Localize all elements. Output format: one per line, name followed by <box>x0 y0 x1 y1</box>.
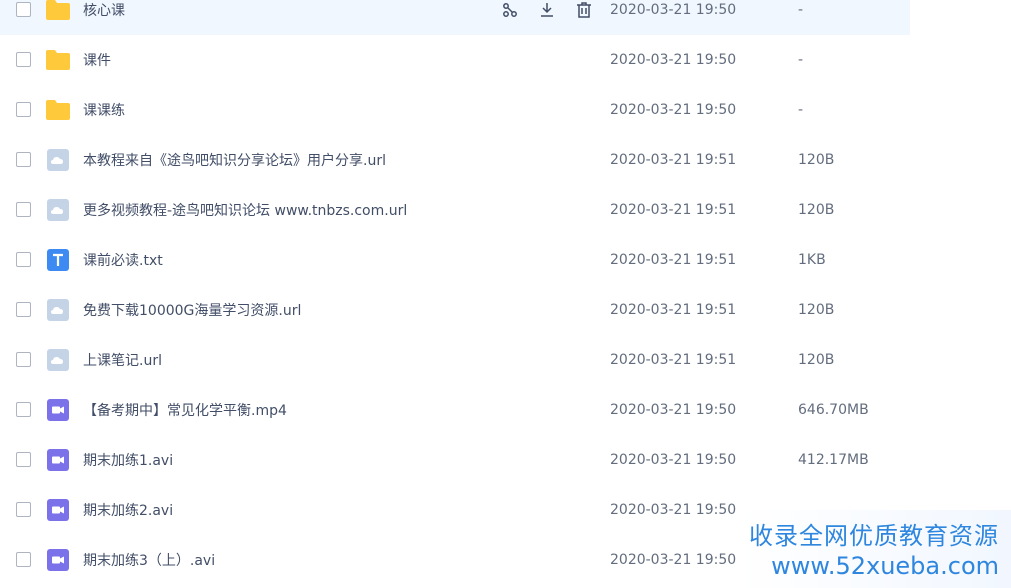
file-date: 2020-03-21 19:51 <box>610 302 737 318</box>
folder-icon <box>45 0 71 21</box>
video-file-icon <box>45 449 71 471</box>
row-checkbox[interactable] <box>16 252 31 267</box>
file-size: 120B <box>798 302 835 318</box>
file-size: - <box>798 2 804 18</box>
file-row[interactable]: 上课笔记.url 2020-03-21 19:51 120B <box>0 335 910 385</box>
row-checkbox[interactable] <box>16 502 31 517</box>
video-file-icon <box>45 399 71 421</box>
file-row[interactable]: 课件 2020-03-21 19:50 - <box>0 35 910 85</box>
video-file-icon <box>45 549 71 571</box>
file-name[interactable]: 更多视频教程-途鸟吧知识论坛 www.tnbzs.com.url <box>83 200 407 220</box>
file-date: 2020-03-21 19:51 <box>610 352 737 368</box>
file-date: 2020-03-21 19:50 <box>610 102 737 118</box>
file-date: 2020-03-21 19:50 <box>610 402 737 418</box>
row-checkbox[interactable] <box>16 2 31 17</box>
file-size: 1KB <box>798 252 826 268</box>
video-file-icon <box>45 499 71 521</box>
link-file-icon <box>45 149 71 171</box>
file-row[interactable]: 期末加练1.avi 2020-03-21 19:50 412.17MB <box>0 435 910 485</box>
row-checkbox[interactable] <box>16 202 31 217</box>
file-name[interactable]: 期末加练2.avi <box>83 500 173 520</box>
file-row[interactable]: 核心课 2020-03-21 19:50 - <box>0 0 910 35</box>
file-size: 120B <box>798 352 835 368</box>
link-file-icon <box>45 349 71 371</box>
folder-icon <box>45 99 71 121</box>
row-checkbox[interactable] <box>16 302 31 317</box>
file-list: 核心课 2020-03-21 19:50 - 课件 2020-03-21 19:… <box>0 0 1011 588</box>
link-file-icon <box>45 299 71 321</box>
file-name[interactable]: 【备考期中】常见化学平衡.mp4 <box>83 400 287 420</box>
watermark-url: www.52xueba.com <box>771 552 999 580</box>
file-name[interactable]: 课前必读.txt <box>83 250 163 270</box>
file-date: 2020-03-21 19:51 <box>610 252 737 268</box>
file-size: 120B <box>798 202 835 218</box>
file-name[interactable]: 课课练 <box>83 100 125 120</box>
link-file-icon <box>45 199 71 221</box>
row-checkbox[interactable] <box>16 352 31 367</box>
file-size: - <box>798 52 804 68</box>
file-date: 2020-03-21 19:51 <box>610 152 737 168</box>
file-row[interactable]: 更多视频教程-途鸟吧知识论坛 www.tnbzs.com.url 2020-03… <box>0 185 910 235</box>
file-row[interactable]: 免费下载10000G海量学习资源.url 2020-03-21 19:51 12… <box>0 285 910 335</box>
watermark-slogan: 收录全网优质教育资源 <box>749 522 999 550</box>
file-row[interactable]: 本教程来自《途鸟吧知识分享论坛》用户分享.url 2020-03-21 19:5… <box>0 135 910 185</box>
text-file-icon <box>45 249 71 271</box>
file-date: 2020-03-21 19:50 <box>610 552 737 568</box>
file-name[interactable]: 免费下载10000G海量学习资源.url <box>83 300 301 320</box>
row-checkbox[interactable] <box>16 402 31 417</box>
folder-icon <box>45 49 71 71</box>
file-name[interactable]: 期末加练3（上）.avi <box>83 550 215 570</box>
file-date: 2020-03-21 19:50 <box>610 452 737 468</box>
file-name[interactable]: 上课笔记.url <box>83 350 162 370</box>
file-name[interactable]: 期末加练1.avi <box>83 450 173 470</box>
file-name[interactable]: 本教程来自《途鸟吧知识分享论坛》用户分享.url <box>83 150 386 170</box>
row-actions <box>500 0 594 20</box>
file-size: 120B <box>798 152 835 168</box>
delete-icon[interactable] <box>574 0 594 20</box>
file-name[interactable]: 课件 <box>83 50 111 70</box>
row-checkbox[interactable] <box>16 452 31 467</box>
file-name[interactable]: 核心课 <box>83 0 125 20</box>
watermark: 收录全网优质教育资源 www.52xueba.com <box>738 510 1011 588</box>
file-row[interactable]: 课前必读.txt 2020-03-21 19:51 1KB <box>0 235 910 285</box>
row-checkbox[interactable] <box>16 102 31 117</box>
file-size: 646.70MB <box>798 402 869 418</box>
file-size: - <box>798 102 804 118</box>
download-icon[interactable] <box>537 0 557 20</box>
row-checkbox[interactable] <box>16 552 31 567</box>
share-icon[interactable] <box>500 0 520 20</box>
file-date: 2020-03-21 19:50 <box>610 502 737 518</box>
row-checkbox[interactable] <box>16 152 31 167</box>
file-date: 2020-03-21 19:50 <box>610 52 737 68</box>
file-row[interactable]: 课课练 2020-03-21 19:50 - <box>0 85 910 135</box>
file-date: 2020-03-21 19:50 <box>610 2 737 18</box>
file-row[interactable]: 【备考期中】常见化学平衡.mp4 2020-03-21 19:50 646.70… <box>0 385 910 435</box>
row-checkbox[interactable] <box>16 52 31 67</box>
file-size: 412.17MB <box>798 452 869 468</box>
file-date: 2020-03-21 19:51 <box>610 202 737 218</box>
